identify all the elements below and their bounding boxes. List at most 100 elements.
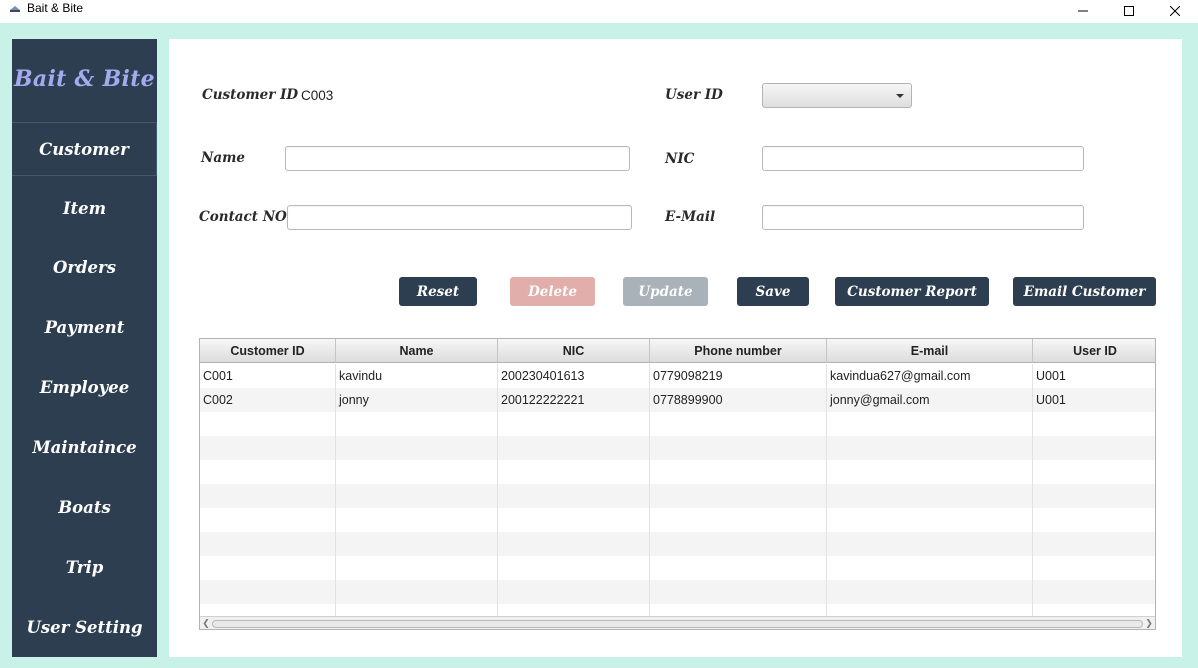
customer-report-button[interactable]: Customer Report — [835, 277, 989, 306]
customer-form-panel: Customer ID C003 User ID Name NIC Contac… — [169, 39, 1182, 657]
sidebar-item-user-setting[interactable]: User Setting — [12, 600, 157, 654]
table-row[interactable] — [200, 580, 1155, 604]
table-cell — [827, 484, 1033, 508]
table-cell: kavindua627@gmail.com — [827, 364, 1033, 388]
column-header-user-id[interactable]: User ID — [1033, 339, 1155, 363]
table-cell: jonny@gmail.com — [827, 388, 1033, 412]
nic-input[interactable] — [762, 146, 1084, 171]
minimize-icon — [1078, 10, 1088, 12]
table-cell: 0779098219 — [650, 364, 827, 388]
table-row[interactable] — [200, 484, 1155, 508]
table-row[interactable] — [200, 556, 1155, 580]
user-id-label: User ID — [665, 87, 723, 103]
table-cell — [650, 460, 827, 484]
sidebar-item-orders[interactable]: Orders — [12, 240, 157, 294]
table-row[interactable] — [200, 460, 1155, 484]
table-cell — [200, 508, 336, 532]
delete-button[interactable]: Delete — [510, 277, 595, 306]
update-button[interactable]: Update — [623, 277, 708, 306]
column-header-email[interactable]: E-mail — [827, 339, 1033, 363]
reset-button[interactable]: Reset — [399, 277, 477, 306]
column-header-nic[interactable]: NIC — [498, 339, 650, 363]
table-cell: jonny — [336, 388, 498, 412]
chevron-down-icon — [896, 94, 904, 98]
table-cell — [827, 460, 1033, 484]
name-input[interactable] — [285, 146, 630, 171]
table-cell — [200, 532, 336, 556]
table-cell: C002 — [200, 388, 336, 412]
name-label: Name — [201, 150, 245, 166]
scrollbar-thumb[interactable] — [212, 620, 1143, 628]
table-cell — [827, 556, 1033, 580]
table-row[interactable]: C002 jonny 200122222221 0778899900 jonny@gma… — [200, 388, 1155, 412]
table-cell — [1033, 580, 1155, 604]
table-cell — [650, 556, 827, 580]
sidebar: Bait & Bite Customer Item Orders Payment… — [12, 39, 157, 657]
table-cell — [498, 436, 650, 460]
close-icon — [1170, 6, 1180, 16]
sidebar-item-maintaince[interactable]: Maintaince — [12, 420, 157, 474]
brand-logo-text: Bait & Bite — [14, 66, 155, 92]
table-cell — [200, 484, 336, 508]
table-cell: kavindu — [336, 364, 498, 388]
maximize-button[interactable] — [1106, 0, 1152, 22]
table-cell — [650, 412, 827, 436]
column-header-name[interactable]: Name — [336, 339, 498, 363]
sidebar-item-customer[interactable]: Customer — [12, 122, 157, 176]
column-header-customer-id[interactable]: Customer ID — [200, 339, 336, 363]
table-cell — [827, 412, 1033, 436]
table-cell — [1033, 484, 1155, 508]
table-cell — [336, 436, 498, 460]
table-cell — [650, 436, 827, 460]
contact-no-label: Contact NO — [199, 209, 287, 225]
table-cell — [336, 532, 498, 556]
sidebar-item-boats[interactable]: Boats — [12, 480, 157, 534]
table-cell — [498, 580, 650, 604]
nic-label: NIC — [665, 151, 695, 167]
table-cell: 200122222221 — [498, 388, 650, 412]
horizontal-scrollbar[interactable]: ❮ ❯ — [200, 616, 1155, 629]
email-input[interactable] — [762, 205, 1084, 230]
table-cell — [827, 508, 1033, 532]
sidebar-item-trip[interactable]: Trip — [12, 540, 157, 594]
table-row[interactable] — [200, 436, 1155, 460]
user-id-combobox[interactable] — [762, 83, 912, 108]
app-icon — [10, 6, 20, 12]
table-row[interactable] — [200, 532, 1155, 556]
column-header-phone-number[interactable]: Phone number — [650, 339, 827, 363]
table-cell — [336, 460, 498, 484]
table-cell — [1033, 532, 1155, 556]
table-cell — [1033, 556, 1155, 580]
email-label: E-Mail — [665, 209, 716, 225]
table-cell — [200, 460, 336, 484]
table-cell — [827, 532, 1033, 556]
sidebar-item-employee[interactable]: Employee — [12, 360, 157, 414]
table-header: Customer ID Name NIC Phone number E-mail… — [200, 339, 1155, 363]
sidebar-item-payment[interactable]: Payment — [12, 300, 157, 354]
table-cell: 0778899900 — [650, 388, 827, 412]
table-cell — [200, 580, 336, 604]
minimize-button[interactable] — [1060, 0, 1106, 22]
email-customer-button[interactable]: Email Customer — [1013, 277, 1156, 306]
table-cell — [200, 556, 336, 580]
table-row[interactable]: C001 kavindu 200230401613 0779098219 kavindu… — [200, 364, 1155, 388]
close-button[interactable] — [1152, 0, 1198, 22]
table-cell — [498, 532, 650, 556]
save-button[interactable]: Save — [737, 277, 809, 306]
table-cell — [1033, 508, 1155, 532]
contact-no-input[interactable] — [287, 205, 632, 230]
table-cell — [336, 508, 498, 532]
table-row[interactable] — [200, 412, 1155, 436]
table-cell — [650, 580, 827, 604]
table-cell — [650, 484, 827, 508]
window-title: Bait & Bite — [27, 1, 84, 15]
table-cell — [498, 508, 650, 532]
maximize-icon — [1124, 6, 1134, 16]
scroll-left-icon[interactable]: ❮ — [201, 618, 211, 629]
scroll-right-icon[interactable]: ❯ — [1144, 618, 1154, 629]
sidebar-item-item[interactable]: Item — [12, 181, 157, 235]
table-cell — [827, 436, 1033, 460]
table-row[interactable] — [200, 508, 1155, 532]
table-cell — [336, 556, 498, 580]
customer-table[interactable]: Customer ID Name NIC Phone number E-mail… — [199, 338, 1156, 630]
